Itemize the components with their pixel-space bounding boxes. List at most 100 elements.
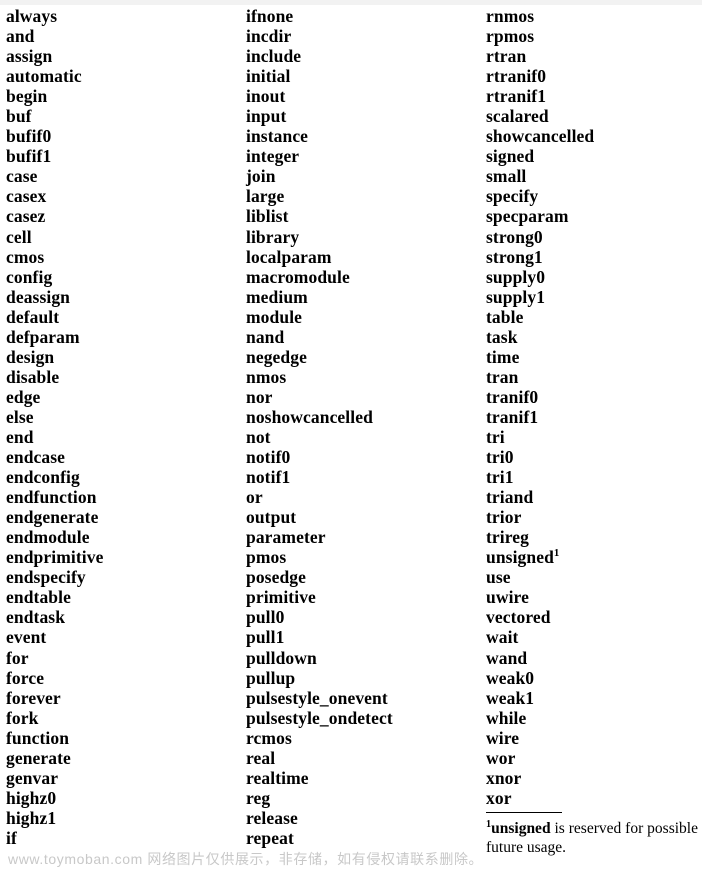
keyword-item: wand [486,647,528,668]
keyword-item: notif0 [246,447,291,468]
keyword-item: trireg [486,527,530,548]
keyword-item: tranif1 [486,406,539,427]
keyword-item: liblist [246,206,289,227]
keyword-item: rtranif1 [486,86,547,107]
keyword-item: real [246,747,276,768]
keyword-item: bufif0 [6,126,52,147]
keyword-item: use [486,567,511,588]
keyword-item: trior [486,507,522,528]
keyword-item: highz0 [6,787,57,808]
keyword-item: primitive [246,587,316,608]
keyword-item: initial [246,66,291,87]
keyword-item: strong1 [486,246,543,267]
keyword-item: library [246,226,300,247]
keyword-item: wor [486,747,516,768]
keyword-item: config [6,266,53,287]
keyword-item: pulsestyle_ondetect [246,707,393,728]
keyword-item: tri0 [486,447,514,468]
keyword-item: time [486,346,520,367]
keyword-item: repeat [246,827,294,848]
keyword-item: endtable [6,587,71,608]
keyword-item: genvar [6,767,59,788]
keyword-item: endprimitive [6,547,104,568]
keyword-item: output [246,507,297,528]
keyword-item: while [486,707,527,728]
keyword-item: vectored [486,607,551,628]
keyword-item: nor [246,386,273,407]
keyword-item: tri [486,426,505,447]
keyword-item: always [6,6,58,26]
keyword-item: posedge [246,567,307,588]
keyword-item: for [6,647,29,668]
keyword-item: endcase [6,447,66,468]
keyword-item: generate [6,747,71,768]
keyword-item: rtran [486,46,527,67]
keyword-item: case [6,166,38,187]
keyword-item: wait [486,627,519,648]
keyword-item: weak0 [486,667,535,688]
keyword-item: input [246,106,287,127]
keyword-item: nand [246,326,285,347]
keyword-item: xnor [486,767,522,788]
keyword-item: endmodule [6,527,90,548]
keyword-item: pullup [246,667,296,688]
keyword-item: tri1 [486,467,514,488]
keyword-item: endspecify [6,567,86,588]
keyword-item: endfunction [6,487,97,508]
keyword-item: else [6,406,34,427]
keyword-item: function [6,727,70,748]
keyword-item: casez [6,206,46,227]
keyword-item: integer [246,146,300,167]
keyword-item: showcancelled [486,126,595,147]
keyword-item: event [6,627,47,648]
keyword-item: pmos [246,547,287,568]
keyword-item: not [246,426,271,447]
keyword-column-1: always and assign automatic begin buf bufif0 bu… [6,6,238,848]
keyword-item: localparam [246,246,332,267]
keyword-footnote-marker: 1 [553,547,560,560]
keyword-item: large [246,186,285,207]
keyword-item: ifnone [246,6,294,26]
watermark: www.toymoban.com 网络图片仅供展示，非存储，如有侵权请联系删除。 [8,851,484,867]
keyword-item: macromodule [246,266,350,287]
keyword-item: notif1 [246,467,291,488]
keyword-item: incdir [246,26,292,47]
keyword-item: or [246,487,263,508]
keyword-item: defparam [6,326,80,347]
keyword-item: signed [486,146,535,167]
keyword-item: join [246,166,276,187]
keyword-item: forever [6,687,61,708]
keyword-item: unsigned1 [486,547,698,567]
keyword-item: endtask [6,607,66,628]
keyword-item: rnmos [486,6,535,26]
keyword-item: rcmos [246,727,292,748]
keyword-item: endgenerate [6,507,99,528]
keyword-item: tran [486,366,519,387]
keyword-item: task [486,326,518,347]
keyword-item: fork [6,707,39,728]
keyword-item: force [6,667,45,688]
keyword-item: design [6,346,55,367]
keyword-item: instance [246,126,309,147]
keyword-item: disable [6,366,60,387]
keyword-item: assign [6,46,53,67]
keyword-item: buf [6,106,32,127]
keyword-item: uwire [486,587,529,608]
keyword-item: automatic [6,66,82,87]
keyword-item: strong0 [486,226,543,247]
footnote: 1unsigned is reserved for possible futur… [486,812,698,857]
keyword-columns: always and assign automatic begin buf bufif0 bu… [0,0,702,848]
keyword-item: deassign [6,286,71,307]
keyword-item: wire [486,727,520,748]
footnote-text: 1unsigned is reserved for possible futur… [486,819,698,857]
keyword-item: tranif0 [486,386,539,407]
keyword-item: triand [486,487,534,508]
footnote-bold-term: unsigned [491,820,551,837]
keyword-item: rtranif0 [486,66,547,87]
keyword-item: begin [6,86,48,107]
keyword-item: release [246,807,298,828]
keyword-item: specify [486,186,539,207]
keyword-item: xor [486,787,512,808]
keyword-column-2: ifnone incdir include initial inout input inst… [246,6,482,848]
keyword-item: rpmos [486,26,535,47]
